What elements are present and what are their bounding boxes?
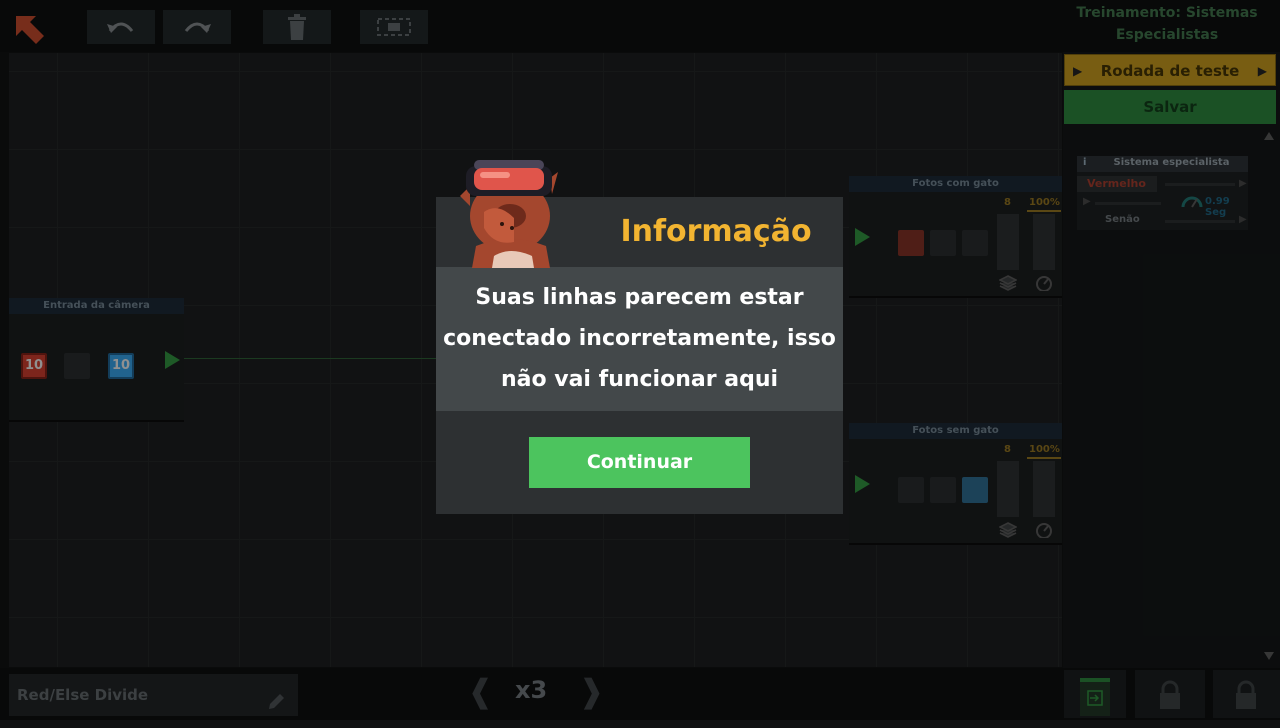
dialog-message: Suas linhas parecem estar conectado inco… [436, 267, 843, 411]
cat-mascot-icon [454, 146, 564, 272]
message-line: Suas linhas parecem estar [475, 285, 804, 310]
continue-button[interactable]: Continuar [529, 437, 750, 488]
dialog-title: Informação [620, 214, 812, 249]
message-line: conectado incorretamente, isso [443, 326, 836, 351]
message-line: não vai funcionar aqui [500, 367, 779, 392]
